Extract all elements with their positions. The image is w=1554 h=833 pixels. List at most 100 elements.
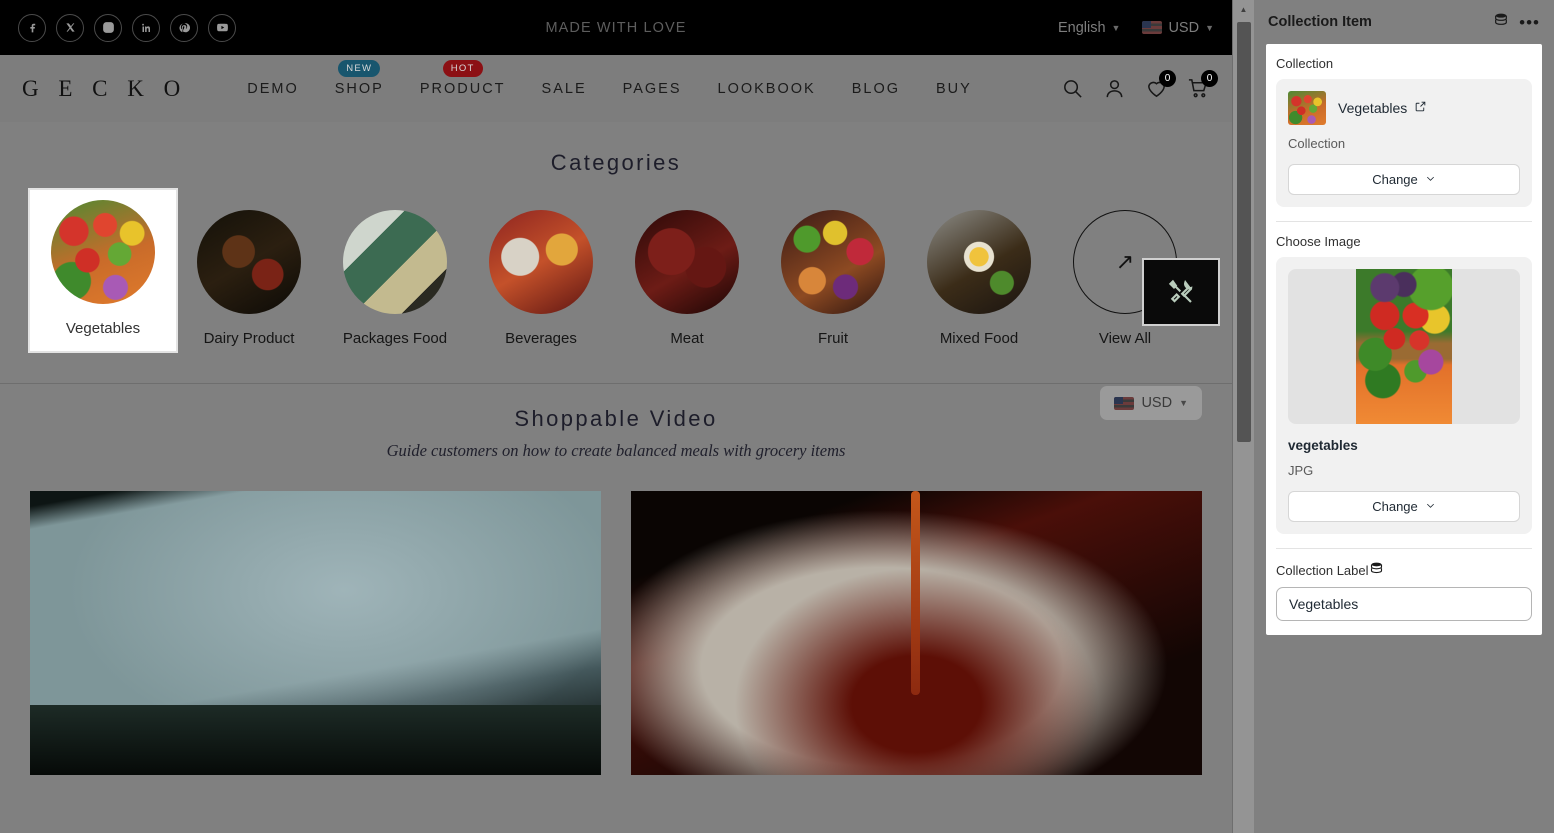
nav-item-lookbook[interactable]: LOOKBOOK <box>718 81 816 97</box>
collection-change-button[interactable]: Change <box>1288 164 1520 195</box>
category-label: Meat <box>670 330 704 347</box>
currency-label: USD <box>1141 395 1173 411</box>
category-label: Dairy Product <box>203 330 295 347</box>
category-label: Beverages <box>505 330 577 347</box>
tools-icon <box>1168 279 1193 303</box>
category-label: Fruit <box>818 330 848 347</box>
cart-count: 0 <box>1201 70 1218 87</box>
image-file-name: vegetables <box>1288 438 1358 453</box>
main-navigation: G E C K O DEMO NEW SHOP HOT PRODUCT SALE… <box>0 55 1232 122</box>
database-icon[interactable] <box>1493 12 1509 33</box>
category-label: Vegetables <box>65 320 141 337</box>
video-card-1[interactable] <box>30 491 601 775</box>
category-item-vegetables[interactable]: Vegetables <box>28 188 178 353</box>
panel-header: Collection Item ••• <box>1254 0 1554 44</box>
image-preview[interactable] <box>1288 269 1520 424</box>
nav-item-shop[interactable]: NEW SHOP <box>334 59 384 97</box>
language-selector[interactable]: English ▼ <box>1058 20 1120 36</box>
category-image <box>197 210 301 314</box>
category-item-view-all[interactable]: ↗ View All <box>1052 202 1220 347</box>
category-image <box>489 210 593 314</box>
instagram-icon[interactable] <box>94 13 122 42</box>
section-divider <box>1276 221 1532 222</box>
us-flag-icon <box>1142 21 1163 34</box>
database-icon[interactable] <box>1369 561 1384 579</box>
collection-field-label: Collection <box>1276 56 1334 71</box>
category-item-meat[interactable]: Meat <box>614 202 760 347</box>
wishlist-count: 0 <box>1159 70 1176 87</box>
category-image <box>51 200 155 304</box>
search-icon[interactable] <box>1061 77 1084 100</box>
panel-title: Collection Item <box>1268 14 1372 30</box>
collection-item-type: Collection <box>1288 136 1346 151</box>
site-logo[interactable]: G E C K O <box>22 76 187 102</box>
youtube-icon[interactable] <box>208 13 236 42</box>
category-item-dairy-product[interactable]: Dairy Product <box>176 202 322 347</box>
floating-currency-selector[interactable]: USD ▼ <box>1100 386 1202 420</box>
video-section-subtitle: Guide customers on how to create balance… <box>386 441 846 460</box>
image-change-label: Change <box>1372 499 1418 514</box>
category-item-fruit[interactable]: Fruit <box>760 202 906 347</box>
image-file-format: JPG <box>1288 463 1314 478</box>
website-preview: MADE WITH LOVE English ▼ USD ▼ G E C K O… <box>0 0 1232 833</box>
collection-label-field-label: Collection Label <box>1276 561 1532 579</box>
collection-item-panel: Collection Item ••• Collection Vegetable… <box>1254 0 1554 833</box>
badge-new: NEW <box>338 59 381 77</box>
badge-hot: HOT <box>442 59 483 77</box>
category-item-beverages[interactable]: Beverages <box>468 202 614 347</box>
currency-selector[interactable]: USD ▼ <box>1142 20 1214 36</box>
collection-thumbnail <box>1288 91 1326 125</box>
nav-item-pages[interactable]: PAGES <box>623 81 682 97</box>
category-image <box>781 210 885 314</box>
language-label: English <box>1057 19 1106 36</box>
nav-label: SHOP <box>334 80 384 97</box>
chevron-down-icon: ▼ <box>1111 22 1121 33</box>
more-options-icon[interactable]: ••• <box>1519 14 1540 31</box>
cart-icon[interactable]: 0 <box>1187 70 1218 100</box>
collection-label-text: Collection Label <box>1276 562 1369 578</box>
announcement-bar: MADE WITH LOVE English ▼ USD ▼ <box>0 0 1232 55</box>
collection-item-name-row: Vegetables <box>1338 100 1427 116</box>
x-twitter-icon[interactable] <box>56 13 84 42</box>
linkedin-icon[interactable] <box>132 13 160 42</box>
nav-item-product[interactable]: HOT PRODUCT <box>419 59 506 97</box>
external-link-icon[interactable] <box>1414 100 1427 116</box>
pinterest-icon[interactable] <box>170 13 198 42</box>
nav-item-sale[interactable]: SALE <box>542 81 587 97</box>
nav-label: DEMO <box>247 80 299 97</box>
social-links <box>18 13 236 42</box>
account-icon[interactable] <box>1103 77 1126 100</box>
category-image <box>927 210 1031 314</box>
category-label: Packages Food <box>342 330 448 347</box>
categories-section: Categories Vegetables Dairy Product Pack… <box>0 122 1232 383</box>
image-card: vegetables JPG Change <box>1276 257 1532 534</box>
currency-label: USD <box>1168 19 1200 36</box>
scroll-up-arrow-icon[interactable]: ▲ <box>1233 0 1254 18</box>
scrollbar-thumb[interactable] <box>1237 22 1251 442</box>
chevron-down-icon: ▼ <box>1179 398 1188 408</box>
category-item-packages-food[interactable]: Packages Food <box>322 202 468 347</box>
wishlist-icon[interactable]: 0 <box>1145 70 1176 100</box>
collection-card: Vegetables Collection Change <box>1276 79 1532 207</box>
collection-label-input[interactable] <box>1276 587 1532 621</box>
nav-item-buy[interactable]: BUY <box>936 81 972 97</box>
facebook-icon[interactable] <box>18 13 46 42</box>
nav-label: BUY <box>936 80 972 97</box>
nav-item-blog[interactable]: BLOG <box>852 81 900 97</box>
page-scrollbar[interactable]: ▲ <box>1232 0 1254 833</box>
nav-label: PRODUCT <box>419 80 506 97</box>
edit-tools-badge[interactable] <box>1142 258 1220 326</box>
nav-label: LOOKBOOK <box>717 80 816 97</box>
nav-links: DEMO NEW SHOP HOT PRODUCT SALE PAGES LOO… <box>247 59 972 97</box>
categories-title: Categories <box>550 150 682 175</box>
video-card-2[interactable] <box>631 491 1202 775</box>
collection-item-name: Vegetables <box>1338 100 1408 116</box>
category-item-mixed-food[interactable]: Mixed Food <box>906 202 1052 347</box>
chevron-down-icon <box>1425 172 1436 187</box>
collection-change-label: Change <box>1372 172 1418 187</box>
section-divider <box>1276 548 1532 549</box>
category-image <box>635 210 739 314</box>
nav-item-demo[interactable]: DEMO <box>247 81 299 97</box>
image-change-button[interactable]: Change <box>1288 491 1520 522</box>
shoppable-video-section: USD ▼ Shoppable Video Guide customers on… <box>0 383 1232 775</box>
